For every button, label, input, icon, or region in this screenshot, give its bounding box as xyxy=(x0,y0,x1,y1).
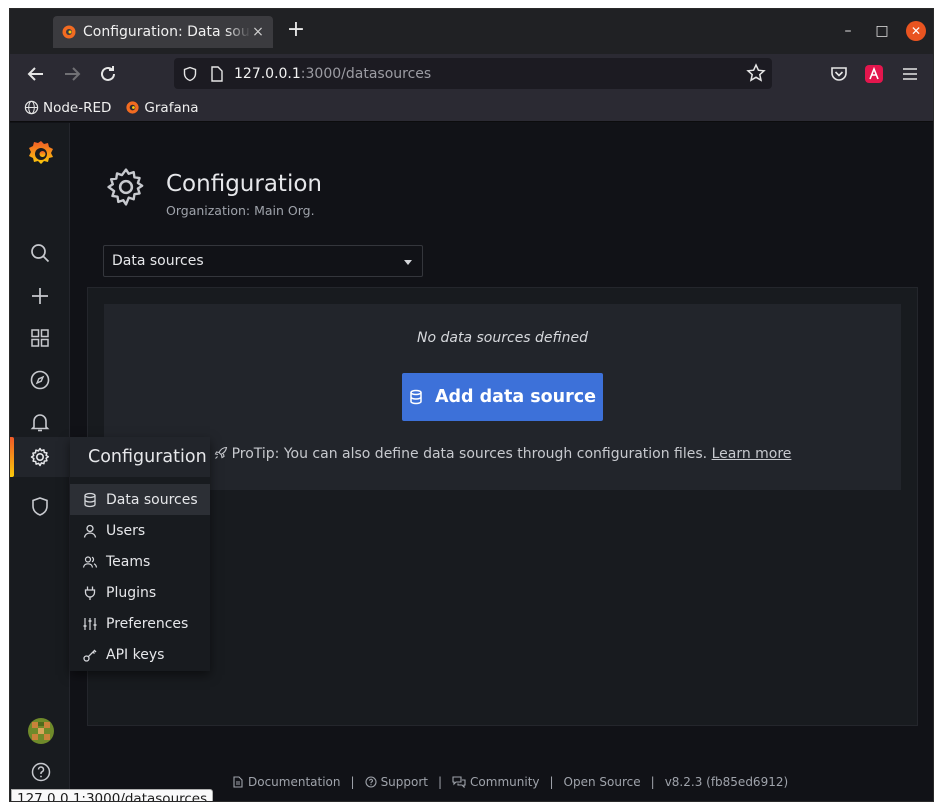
section-select-value: Data sources xyxy=(112,253,204,269)
add-data-source-button[interactable]: Add data source xyxy=(402,373,603,421)
menu-item-label: Teams xyxy=(106,553,151,570)
footer-separator: | xyxy=(350,775,355,789)
users-icon xyxy=(82,555,98,568)
grafana-favicon-icon xyxy=(62,25,76,39)
gear-icon xyxy=(30,447,50,467)
protip: ProTip: You can also define data sources… xyxy=(104,446,901,462)
configuration-gear-icon xyxy=(107,168,144,206)
url-host: 127.0.0.1 xyxy=(234,65,301,82)
bookmark-label: Node-RED xyxy=(43,99,112,116)
bookmark-label: Grafana xyxy=(144,99,199,116)
window-maximize-button[interactable]: □ xyxy=(872,21,892,41)
flyout-title[interactable]: Configuration xyxy=(70,437,210,477)
server-admin-shield-icon[interactable] xyxy=(28,495,52,519)
menu-icon[interactable] xyxy=(900,64,920,84)
search-icon[interactable] xyxy=(28,241,52,265)
menu-item-plugins[interactable]: Plugins xyxy=(70,577,210,608)
configuration-flyout-menu: Configuration Data sources Users Teams P… xyxy=(70,437,210,671)
navigation-bar: 127.0.0.1:3000/datasources xyxy=(10,54,933,94)
menu-item-api-keys[interactable]: API keys xyxy=(70,639,210,670)
database-icon xyxy=(84,492,96,507)
forward-icon[interactable] xyxy=(60,62,84,86)
grafana-logo-icon[interactable] xyxy=(26,139,56,169)
pocket-icon[interactable] xyxy=(829,64,849,84)
dashboards-icon[interactable] xyxy=(28,326,52,350)
menu-item-teams[interactable]: Teams xyxy=(70,546,210,577)
database-icon xyxy=(410,389,422,405)
footer-community-link[interactable]: Community xyxy=(452,775,540,789)
address-bar[interactable]: 127.0.0.1:3000/datasources xyxy=(174,58,772,89)
menu-item-label: Users xyxy=(106,522,146,539)
menu-item-users[interactable]: Users xyxy=(70,515,210,546)
menu-item-data-sources[interactable]: Data sources xyxy=(70,484,210,515)
create-plus-icon[interactable] xyxy=(28,284,52,308)
bookmark-star-icon[interactable] xyxy=(746,63,766,83)
empty-list-cta: No data sources defined Add data source … xyxy=(104,304,901,490)
globe-icon xyxy=(24,100,39,115)
footer-separator: | xyxy=(438,775,443,789)
empty-state-title: No data sources defined xyxy=(417,330,588,346)
page-content: No data sources defined Add data source … xyxy=(87,287,918,726)
document-icon xyxy=(233,776,243,788)
comments-icon xyxy=(452,776,466,788)
footer-open-source-link[interactable]: Open Source xyxy=(564,775,641,789)
reload-icon[interactable] xyxy=(96,62,120,86)
status-bar-link-preview: 127.0.0.1:3000/datasources xyxy=(11,789,214,801)
page-subtitle: Organization: Main Org. xyxy=(166,203,315,218)
alerting-bell-icon[interactable] xyxy=(28,410,52,434)
sidebar xyxy=(10,123,70,801)
footer-support-label: Support xyxy=(380,775,428,789)
sliders-icon xyxy=(83,617,97,630)
sidebar-item-configuration[interactable] xyxy=(10,437,70,477)
key-icon xyxy=(83,649,97,662)
tracking-shield-icon[interactable] xyxy=(182,66,198,82)
learn-more-link[interactable]: Learn more xyxy=(712,446,792,462)
bookmark-node-red[interactable]: Node-RED xyxy=(24,100,111,116)
explore-compass-icon[interactable] xyxy=(28,368,52,392)
plug-icon xyxy=(84,586,96,600)
menu-item-preferences[interactable]: Preferences xyxy=(70,608,210,639)
bookmarks-bar: Node-RED Grafana xyxy=(10,94,933,122)
menu-item-label: API keys xyxy=(106,646,165,663)
browser-window: Configuration: Data sources × + – □ ✕ 12… xyxy=(9,8,934,802)
protip-text: ProTip: You can also define data sources… xyxy=(231,446,712,462)
footer-support-link[interactable]: Support xyxy=(365,775,428,789)
extension-icon[interactable] xyxy=(864,64,884,84)
chevron-down-icon xyxy=(404,260,412,265)
tab-strip: Configuration: Data sources × + – □ ✕ xyxy=(10,9,933,54)
url-path: :3000/datasources xyxy=(300,65,432,82)
page-title: Configuration xyxy=(166,171,322,197)
grafana-icon xyxy=(126,101,140,114)
bookmark-grafana[interactable]: Grafana xyxy=(125,99,199,116)
tab-title: Configuration: Data sources xyxy=(83,24,251,40)
menu-item-label: Data sources xyxy=(106,491,198,508)
section-select[interactable]: Data sources xyxy=(103,245,423,277)
avatar[interactable] xyxy=(28,718,54,744)
menu-item-label: Preferences xyxy=(106,615,189,632)
window-close-button[interactable]: ✕ xyxy=(906,21,926,41)
back-icon[interactable] xyxy=(24,62,48,86)
window-minimize-button[interactable]: – xyxy=(838,21,858,41)
page-info-icon[interactable] xyxy=(210,65,224,82)
footer-separator: | xyxy=(549,775,554,789)
add-data-source-label: Add data source xyxy=(434,387,597,407)
new-tab-button[interactable]: + xyxy=(286,19,306,42)
browser-tab[interactable]: Configuration: Data sources × xyxy=(53,16,273,48)
grafana-app: Configuration Organization: Main Org. Da… xyxy=(10,123,933,801)
footer: Documentation | Support | Community | Op… xyxy=(232,775,788,789)
question-circle-icon xyxy=(365,776,377,788)
footer-version: v8.2.3 (fb85ed6912) xyxy=(664,775,789,789)
footer-separator: | xyxy=(650,775,655,789)
url-text: 127.0.0.1:3000/datasources xyxy=(234,66,431,82)
rocket-icon xyxy=(214,446,227,459)
footer-documentation-link[interactable]: Documentation xyxy=(232,775,341,789)
user-icon xyxy=(83,524,97,538)
menu-item-label: Plugins xyxy=(106,584,157,601)
help-icon[interactable] xyxy=(30,761,52,783)
footer-documentation-label: Documentation xyxy=(248,775,341,789)
tab-close-icon[interactable]: × xyxy=(251,24,265,40)
footer-community-label: Community xyxy=(470,775,540,789)
